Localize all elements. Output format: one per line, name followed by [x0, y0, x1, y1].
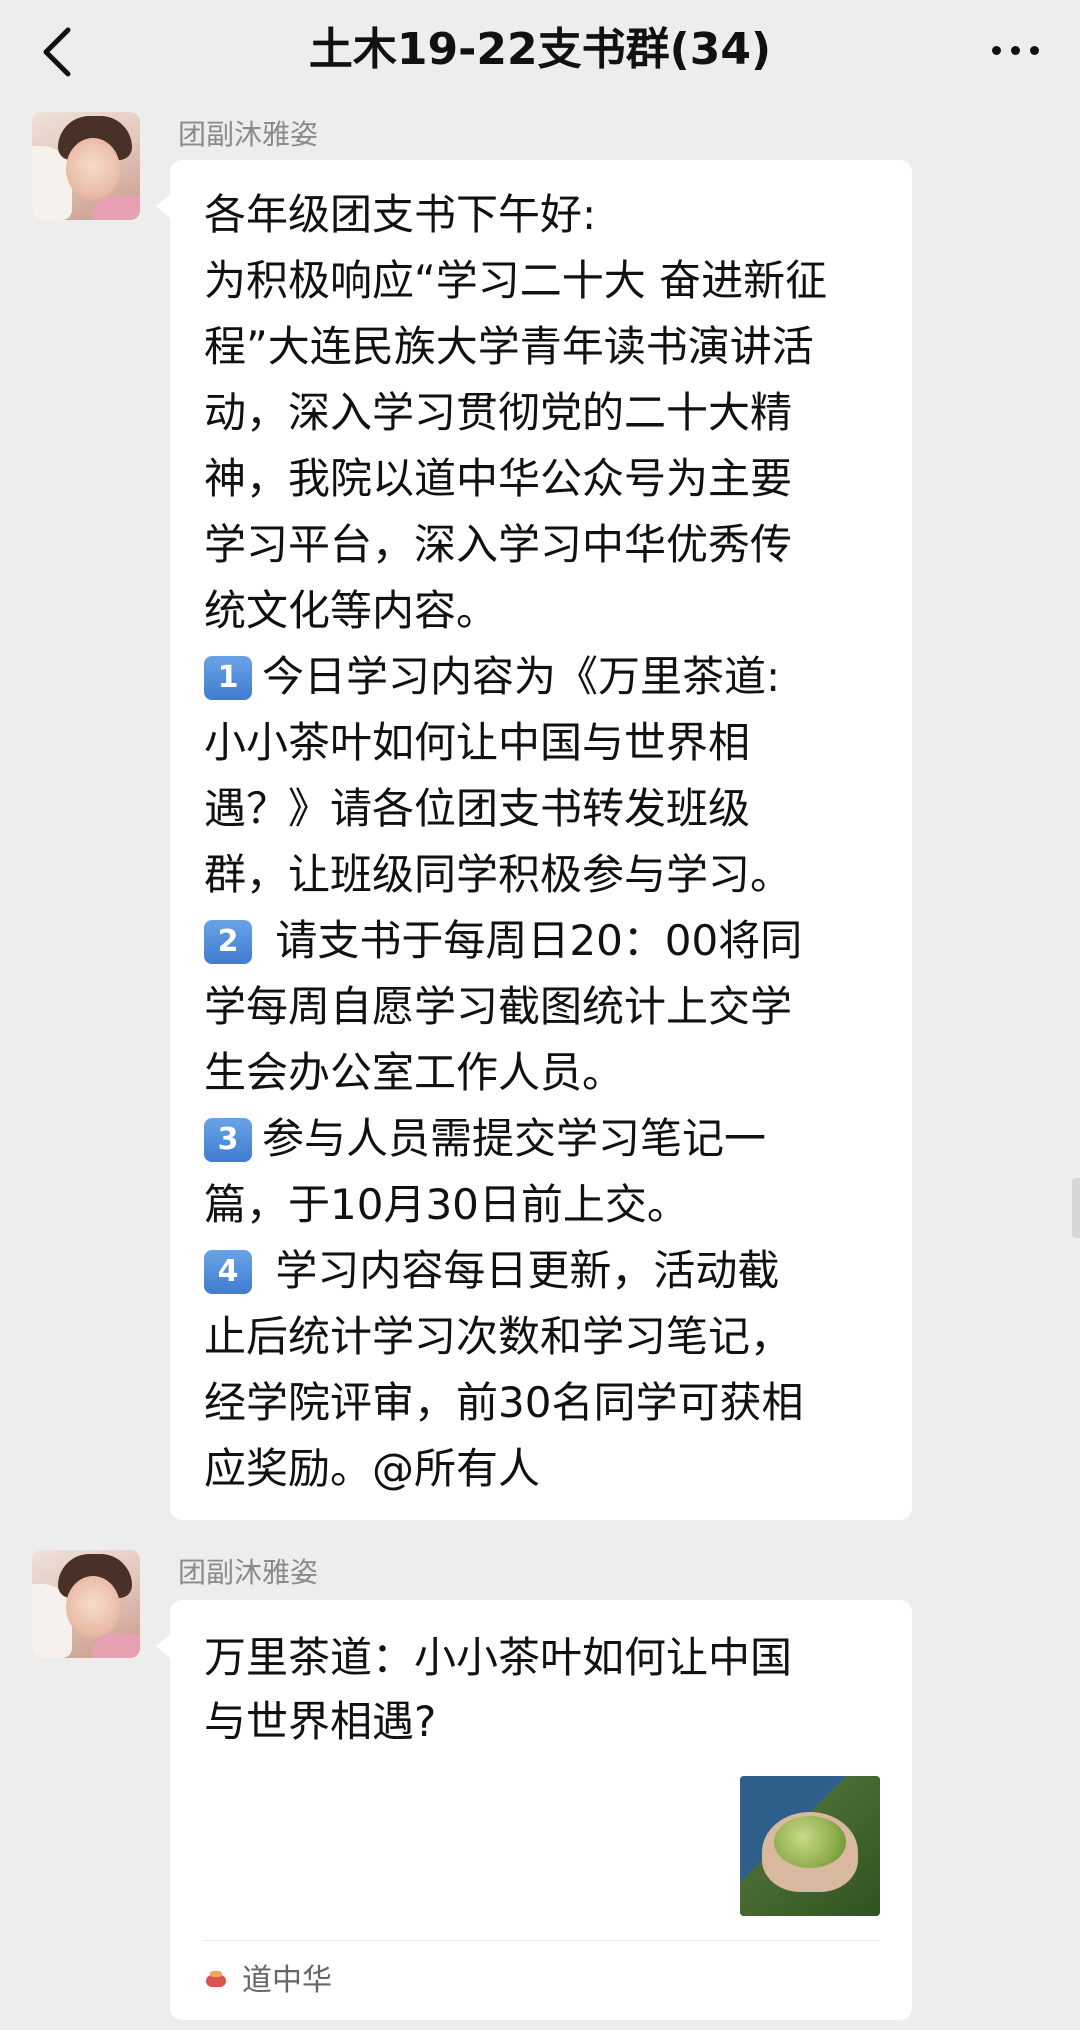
chat-screen: 土木19-22支书群(34) 团副沐雅姿 各年级团支书下午好: 为积极响应“学习… — [0, 0, 1080, 2030]
avatar[interactable] — [32, 112, 140, 220]
message-line: 1 今日学习内容为《万里茶道: — [204, 644, 880, 710]
message-line: 各年级团支书下午好: — [204, 190, 597, 239]
message-line: 止后统计学习次数和学习笔记， — [204, 1312, 793, 1361]
message-line-text: 参与人员需提交学习笔记一 — [262, 1114, 767, 1163]
message-line: 统文化等内容。 — [204, 586, 499, 635]
link-card-title-line: 与世界相遇? — [204, 1697, 437, 1746]
avatar-shirt — [92, 196, 140, 220]
message-bubble[interactable]: 各年级团支书下午好: 为积极响应“学习二十大 奋进新征 程”大连民族大学青年读书… — [156, 160, 912, 1520]
more-dot-icon — [991, 45, 1001, 55]
message-line: 程”大连民族大学青年读书演讲活 — [204, 322, 814, 371]
source-name: 道中华 — [242, 1963, 332, 1998]
message-line: 经学院评审，前30名同学可获相 — [204, 1378, 804, 1427]
message-line: 小小茶叶如何让中国与世界相 — [204, 718, 751, 767]
scrollbar[interactable] — [1072, 1178, 1080, 1238]
avatar-face — [66, 1576, 120, 1638]
source-logo-icon — [204, 1969, 228, 1993]
more-dot-icon — [1010, 45, 1020, 55]
keycap-2-icon: 2 — [204, 920, 252, 964]
link-card-source: 道中华 — [204, 1956, 332, 2006]
keycap-3-icon: 3 — [204, 1118, 252, 1162]
sender-name: 团副沐雅姿 — [178, 118, 319, 151]
avatar-face — [66, 138, 120, 200]
link-card[interactable]: 万里茶道：小小茶叶如何让中国 与世界相遇? 道中华 — [156, 1600, 912, 2020]
link-card-title: 万里茶道：小小茶叶如何让中国 与世界相遇? — [170, 1600, 912, 1754]
message-line-text: 请支书于每周日20：00将同 — [262, 916, 803, 965]
keycap-4-icon: 4 — [204, 1250, 252, 1294]
message-line: 遇？》请各位团支书转发班级 — [204, 784, 751, 833]
link-card-thumbnail — [740, 1776, 880, 1916]
message-line: 为积极响应“学习二十大 奋进新征 — [204, 256, 828, 305]
message-line: 学习平台，深入学习中华优秀传 — [204, 520, 793, 569]
avatar[interactable] — [32, 1550, 140, 1658]
message-line-text: 学习内容每日更新，活动截 — [262, 1246, 780, 1295]
message-line: 应奖励。@所有人 — [204, 1444, 541, 1493]
avatar-shirt — [92, 1634, 140, 1658]
chat-title: 土木19-22支书群(34) — [308, 24, 772, 75]
message-line: 4 学习内容每日更新，活动截 — [204, 1238, 880, 1304]
sender-name: 团副沐雅姿 — [178, 1556, 319, 1589]
message-text: 各年级团支书下午好: 为积极响应“学习二十大 奋进新征 程”大连民族大学青年读书… — [170, 160, 912, 1526]
link-card-title-line: 万里茶道：小小茶叶如何让中国 — [204, 1633, 793, 1682]
keycap-1-icon: 1 — [204, 656, 252, 700]
message-line: 3 参与人员需提交学习笔记一 — [204, 1106, 880, 1172]
divider — [204, 1940, 880, 1941]
message-line: 群，让班级同学积极参与学习。 — [204, 850, 793, 899]
message-line-text: 今日学习内容为《万里茶道: — [262, 652, 781, 701]
message-line: 动，深入学习贯彻党的二十大精 — [204, 388, 793, 437]
message-line: 篇，于10月30日前上交。 — [204, 1180, 689, 1229]
more-options-button[interactable] — [980, 22, 1050, 78]
message-line: 生会办公室工作人员。 — [204, 1048, 625, 1097]
message-line: 学每周自愿学习截图统计上交学 — [204, 982, 793, 1031]
source-logo-shape — [210, 1971, 222, 1977]
chat-header: 土木19-22支书群(34) — [0, 0, 1080, 110]
more-dot-icon — [1029, 45, 1039, 55]
tea-leaves-image — [774, 1816, 846, 1868]
message-line: 2 请支书于每周日20：00将同 — [204, 908, 880, 974]
message-line: 神，我院以道中华公众号为主要 — [204, 454, 793, 503]
